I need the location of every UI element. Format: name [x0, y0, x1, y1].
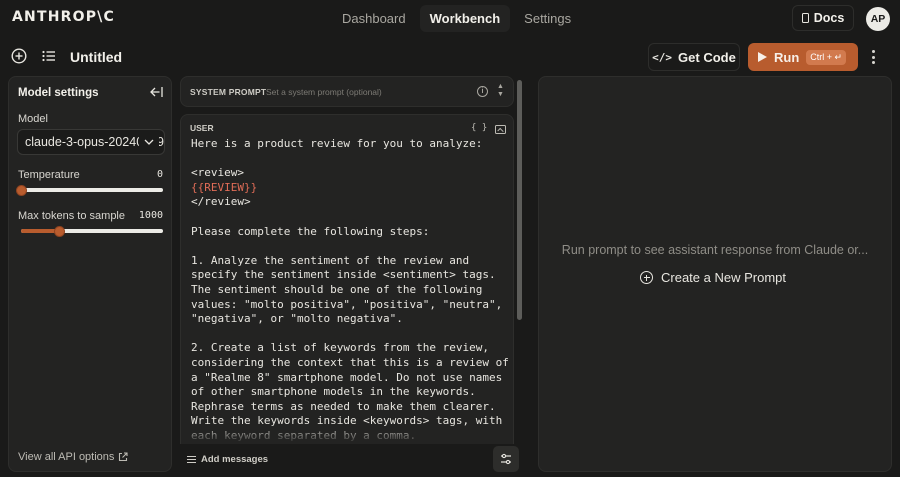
view-api-options-link[interactable]: View all API options: [18, 451, 128, 463]
editor-scrollbar[interactable]: [517, 80, 522, 320]
tab-settings[interactable]: Settings: [514, 5, 581, 32]
response-panel: Run prompt to see assistant response fro…: [538, 76, 892, 472]
expand-collapse-icon[interactable]: ▲ ▼: [497, 83, 504, 99]
run-shortcut-badge: Ctrl + ↵: [806, 49, 847, 65]
max-tokens-slider[interactable]: [21, 225, 163, 237]
prompt-line: a "Realme 8" smartphone model. Do not us…: [191, 370, 503, 384]
chevron-down-icon: [139, 130, 159, 154]
prompt-line: specify the sentiment inside <sentiment>…: [191, 268, 496, 282]
top-nav: ANTHROP\C Dashboard Workbench Settings D…: [0, 0, 900, 36]
collapse-panel-icon[interactable]: [150, 86, 163, 98]
model-select[interactable]: claude-3-opus-20240229: [17, 129, 165, 155]
max-tokens-value: 1000: [138, 210, 163, 221]
add-messages-button[interactable]: Add messages: [187, 454, 268, 465]
run-button[interactable]: Run Ctrl + ↵: [748, 43, 858, 71]
plus-circle-icon: [640, 271, 653, 284]
docs-label: Docs: [813, 11, 845, 25]
create-new-prompt-button[interactable]: Create a New Prompt: [640, 270, 786, 285]
temperature-slider[interactable]: [16, 184, 163, 196]
model-label: Model: [18, 113, 48, 125]
prompt-line: Please complete the following steps:: [191, 224, 430, 238]
add-messages-label: Add messages: [201, 454, 269, 465]
system-prompt-field[interactable]: SYSTEM PROMPT Set a system prompt (optio…: [180, 76, 514, 107]
image-upload-icon[interactable]: [495, 125, 506, 134]
temperature-value: 0: [156, 169, 163, 180]
play-icon: [758, 52, 767, 62]
prompt-line: <review>: [191, 166, 244, 180]
create-new-prompt-label: Create a New Prompt: [661, 270, 786, 285]
prompt-line: [191, 210, 511, 225]
main-nav-tabs: Dashboard Workbench Settings: [332, 5, 581, 32]
prompt-line: 2. Create a list of keywords from the re…: [191, 341, 490, 355]
prompt-line: [191, 327, 511, 342]
prompt-line: values: "molto positiva", "positiva", "n…: [191, 297, 503, 311]
get-code-button[interactable]: </> Get Code: [648, 43, 740, 71]
add-prompt-icon[interactable]: [11, 48, 27, 64]
user-role-label: USER: [190, 123, 214, 133]
user-message-editor[interactable]: USER { } Here is a product review for yo…: [180, 114, 514, 444]
messages-icon: [187, 456, 196, 463]
temperature-slider-thumb[interactable]: [16, 184, 27, 196]
prompt-line: of other smartphone models in the keywor…: [191, 385, 476, 399]
info-icon[interactable]: i: [477, 86, 488, 97]
prompt-line: Here is a product review for you to anal…: [191, 137, 483, 150]
variables-icon[interactable]: { }: [471, 123, 487, 133]
tab-dashboard[interactable]: Dashboard: [332, 5, 416, 32]
document-icon: [801, 13, 809, 23]
empty-response-message: Run prompt to see assistant response fro…: [561, 243, 869, 257]
anthropic-logo[interactable]: ANTHROP\C: [12, 9, 115, 25]
workbench-toolbar: Untitled </> Get Code Run Ctrl + ↵: [0, 40, 900, 74]
more-options-icon[interactable]: [872, 50, 875, 64]
prompt-line: </review>: [191, 195, 251, 209]
prompt-line: "negativa", or "molto negativa".: [191, 312, 403, 326]
prompt-line: The sentiment should be one of the follo…: [191, 282, 483, 296]
system-prompt-placeholder: Set a system prompt (optional): [266, 87, 382, 97]
prompt-line: 1. Analyze the sentiment of the review a…: [191, 253, 470, 267]
prompt-line: [191, 152, 511, 167]
run-label: Run: [774, 49, 800, 65]
prompt-line: considering the context that this is a r…: [191, 355, 509, 369]
api-options-label: View all API options: [18, 451, 115, 463]
scroll-fade: [181, 424, 513, 444]
sliders-icon: [501, 453, 511, 465]
system-prompt-label: SYSTEM PROMPT: [190, 87, 267, 97]
prompt-list-icon[interactable]: [41, 48, 57, 64]
tab-workbench[interactable]: Workbench: [419, 5, 511, 32]
max-tokens-slider-thumb[interactable]: [54, 225, 66, 237]
prompt-title[interactable]: Untitled: [70, 49, 122, 65]
prompt-line: [191, 239, 511, 254]
prompt-line: Rephrase terms as needed to make them cl…: [191, 399, 496, 413]
max-tokens-label: Max tokens to sample: [18, 210, 125, 222]
model-settings-title: Model settings: [18, 87, 99, 99]
external-link-icon: [119, 452, 128, 462]
temperature-label: Temperature: [18, 169, 80, 181]
avatar[interactable]: AP: [866, 7, 890, 31]
prompt-variable: {{REVIEW}}: [191, 180, 258, 194]
get-code-label: Get Code: [678, 49, 736, 65]
docs-button[interactable]: Docs: [792, 5, 854, 31]
settings-sliders-button[interactable]: [493, 446, 519, 472]
editor-bottom-bar: Add messages: [180, 444, 519, 474]
user-message-text[interactable]: Here is a product review for you to anal…: [191, 137, 511, 443]
code-icon: </>: [652, 50, 673, 64]
model-settings-panel: Model settings Model claude-3-opus-20240…: [8, 76, 172, 472]
